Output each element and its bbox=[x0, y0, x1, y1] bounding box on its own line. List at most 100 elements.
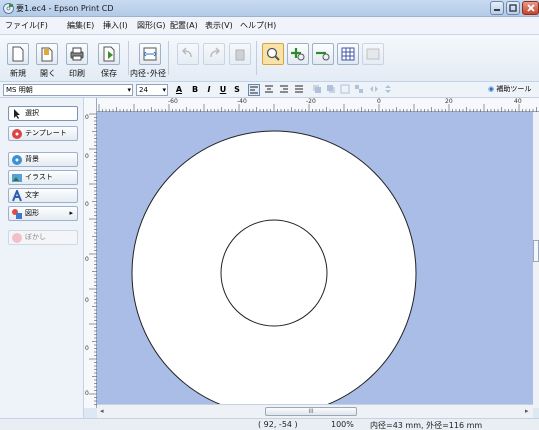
menu-view[interactable]: 表示(V) bbox=[205, 20, 233, 31]
zoom-in-icon bbox=[291, 48, 305, 61]
chevron-down-icon: ▾ bbox=[162, 86, 166, 94]
align-left-icon bbox=[250, 86, 258, 94]
underline-button[interactable]: U bbox=[217, 84, 229, 96]
send-back-button[interactable] bbox=[325, 84, 337, 96]
group-button[interactable] bbox=[339, 84, 351, 96]
redo-icon bbox=[210, 47, 221, 58]
menu-insert[interactable]: 挿入(I) bbox=[103, 20, 128, 31]
undo-button[interactable] bbox=[177, 43, 199, 65]
menu-arrange[interactable]: 配置(A) bbox=[170, 20, 198, 31]
delete-button[interactable] bbox=[229, 43, 251, 65]
zoom-out-icon bbox=[316, 51, 330, 61]
save-icon bbox=[103, 46, 115, 62]
scroll-right-icon[interactable]: ▸ bbox=[525, 407, 529, 415]
menu-help[interactable]: ヘルプ(H) bbox=[240, 20, 276, 31]
v-tick-label: 0 bbox=[85, 256, 89, 263]
cursor-coordinates: ( 92, -54 ) bbox=[258, 420, 298, 429]
h-tick-label: -20 bbox=[306, 98, 316, 105]
font-value: MS 明朝 bbox=[6, 86, 33, 94]
bring-front-button[interactable] bbox=[311, 84, 323, 96]
menu-shape[interactable]: 図形(G) bbox=[137, 20, 165, 31]
open-button[interactable] bbox=[36, 43, 58, 65]
new-label: 新規 bbox=[10, 69, 26, 78]
menu-edit[interactable]: 編集(E) bbox=[67, 20, 94, 31]
send-back-icon bbox=[327, 85, 335, 93]
vertical-scroll-thumb[interactable] bbox=[533, 240, 539, 262]
flip-horizontal-icon bbox=[370, 86, 378, 92]
zoom-fit-button[interactable] bbox=[262, 43, 284, 65]
print-icon bbox=[70, 47, 84, 61]
print-button[interactable] bbox=[66, 43, 88, 65]
helper-tools-button[interactable]: ◉ 補助ツール bbox=[488, 84, 531, 94]
font-select[interactable]: MS 明朝 ▾ bbox=[3, 84, 133, 96]
tool-background[interactable]: 背景 bbox=[8, 152, 78, 167]
status-bar: ( 92, -54 ) 100% 内径=43 mm, 外径=116 mm bbox=[0, 418, 539, 430]
flip-vertical-button[interactable] bbox=[382, 84, 394, 96]
tool-panel: 選択 テンプレート 背景 イラスト 文字 図形 ▸ ぼかし bbox=[0, 98, 84, 420]
diameter-button[interactable] bbox=[139, 43, 161, 65]
menu-file[interactable]: ファイル(F) bbox=[5, 20, 48, 31]
undo-icon bbox=[181, 47, 192, 58]
align-right-button[interactable] bbox=[278, 84, 290, 96]
flip-horizontal-button[interactable] bbox=[368, 84, 380, 96]
diameter-label: 内径･外径 bbox=[130, 69, 166, 78]
horizontal-ruler: -60 -40 -20 0 20 40 bbox=[97, 98, 539, 112]
ungroup-icon bbox=[355, 85, 363, 93]
redo-button[interactable] bbox=[203, 43, 225, 65]
trash-icon bbox=[235, 49, 245, 61]
strike-button[interactable]: S bbox=[231, 84, 243, 96]
tool-blur[interactable]: ぼかし bbox=[8, 230, 78, 245]
justify-button[interactable] bbox=[293, 84, 305, 96]
tool-illustration[interactable]: イラスト bbox=[8, 170, 78, 185]
tool-blur-label: ぼかし bbox=[25, 233, 46, 241]
chevron-right-icon: ▸ bbox=[69, 209, 73, 217]
v-tick-label: 0 bbox=[85, 153, 89, 160]
h-tick-label: 40 bbox=[514, 98, 522, 105]
maximize-button[interactable] bbox=[506, 1, 520, 15]
blur-icon bbox=[12, 233, 22, 243]
zoom-out-button[interactable] bbox=[312, 43, 334, 65]
tool-select[interactable]: 選択 bbox=[8, 106, 78, 121]
cd-inner-circle[interactable] bbox=[220, 219, 328, 327]
horizontal-scrollbar[interactable]: ◂ III ▸ bbox=[97, 404, 533, 418]
design-canvas[interactable] bbox=[97, 112, 533, 404]
save-button[interactable] bbox=[98, 43, 120, 65]
horizontal-scroll-thumb[interactable]: III bbox=[265, 407, 357, 416]
size-select[interactable]: 24 ▾ bbox=[136, 84, 168, 96]
grid-button[interactable] bbox=[337, 43, 359, 65]
chevron-down-icon: ▾ bbox=[127, 86, 131, 94]
properties-button[interactable] bbox=[362, 43, 384, 65]
tool-shape[interactable]: 図形 ▸ bbox=[8, 206, 78, 221]
scroll-left-icon[interactable]: ◂ bbox=[100, 407, 104, 415]
align-left-button[interactable] bbox=[248, 84, 260, 96]
minimize-icon bbox=[494, 9, 500, 11]
tool-template[interactable]: テンプレート bbox=[8, 126, 78, 141]
ungroup-button[interactable] bbox=[353, 84, 365, 96]
close-button[interactable] bbox=[522, 1, 539, 15]
title-bar: 要1.ec4 - Epson Print CD bbox=[0, 0, 539, 17]
tool-select-label: 選択 bbox=[25, 109, 39, 117]
pointer-icon bbox=[14, 109, 20, 119]
open-document-icon bbox=[41, 47, 53, 62]
minimize-button[interactable] bbox=[490, 1, 504, 15]
zoom-in-button[interactable] bbox=[287, 43, 309, 65]
save-label: 保存 bbox=[101, 69, 117, 78]
bold-button[interactable]: B bbox=[189, 84, 201, 96]
v-tick-label: 0 bbox=[85, 201, 89, 208]
tool-shape-label: 図形 bbox=[25, 209, 39, 217]
print-label: 印刷 bbox=[69, 69, 85, 78]
size-value: 24 bbox=[139, 86, 148, 94]
v-tick-label: 0 bbox=[85, 390, 89, 397]
font-color-button[interactable]: A bbox=[173, 84, 185, 96]
align-center-button[interactable] bbox=[263, 84, 275, 96]
vertical-scrollbar[interactable] bbox=[533, 112, 539, 408]
new-button[interactable] bbox=[7, 43, 29, 65]
toolbar-separator bbox=[168, 41, 169, 75]
magnifier-icon bbox=[266, 47, 280, 61]
tool-text[interactable]: 文字 bbox=[8, 188, 78, 203]
background-icon bbox=[12, 155, 22, 165]
italic-button[interactable]: I bbox=[203, 84, 215, 96]
h-tick-label: -40 bbox=[237, 98, 247, 105]
template-icon bbox=[12, 129, 22, 139]
illustration-icon bbox=[12, 174, 22, 182]
